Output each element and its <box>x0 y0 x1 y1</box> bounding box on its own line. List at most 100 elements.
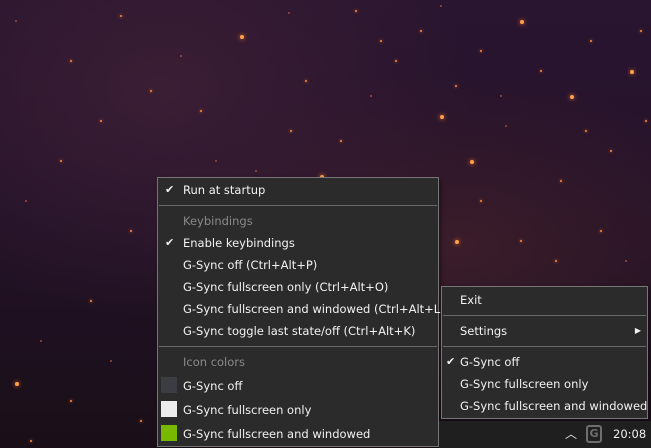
background-spark <box>640 30 642 32</box>
menu-item-label: Enable keybindings <box>183 236 295 250</box>
background-spark <box>200 110 202 112</box>
taskbar-clock[interactable]: 20:08 <box>613 421 646 448</box>
background-spark <box>370 95 372 97</box>
section-header-label: Icon colors <box>183 355 246 369</box>
clock-label: 20:08 <box>613 427 647 441</box>
background-spark <box>395 60 397 62</box>
background-spark <box>500 95 502 97</box>
menu-item-label: G-Sync off <box>183 379 243 393</box>
color-swatch-fullscreen-windowed <box>161 425 177 441</box>
menu-item-label: G-Sync fullscreen and windowed (Ctrl+Alt… <box>183 302 445 316</box>
menu-item-gsync-fullscreen-key[interactable]: G-Sync fullscreen only (Ctrl+Alt+O) <box>158 276 438 298</box>
menu-item-label: Settings <box>460 324 508 338</box>
menu-item-gsync-off-key[interactable]: G-Sync off (Ctrl+Alt+P) <box>158 254 438 276</box>
section-header-label: Keybindings <box>183 214 253 228</box>
background-spark <box>30 440 32 442</box>
menu-item-gsync-fullscreen-only[interactable]: G-Sync fullscreen only <box>442 373 647 395</box>
background-spark <box>480 50 482 52</box>
background-spark <box>120 15 122 17</box>
background-spark <box>520 20 524 24</box>
icon-colors-header: Icon colors <box>158 351 438 373</box>
chevron-up-icon[interactable]: ︿ <box>563 424 579 444</box>
background-spark <box>380 40 382 42</box>
menu-separator <box>159 346 437 347</box>
background-spark <box>130 230 132 232</box>
background-spark <box>455 85 457 87</box>
background-spark <box>305 80 307 82</box>
color-swatch-off <box>161 377 177 393</box>
menu-separator <box>443 315 646 316</box>
menu-item-color-fullscreen[interactable]: G-Sync fullscreen only <box>158 398 438 422</box>
background-spark <box>215 160 217 162</box>
menu-item-run-at-startup[interactable]: ✔ Run at startup <box>158 179 438 201</box>
menu-item-label: G-Sync fullscreen only (Ctrl+Alt+O) <box>183 280 389 294</box>
background-spark <box>180 55 182 57</box>
background-spark <box>630 70 634 74</box>
background-spark <box>625 260 627 262</box>
background-spark <box>150 90 152 92</box>
background-spark <box>40 340 42 342</box>
background-spark <box>70 60 72 62</box>
gsync-tray-icon[interactable]: G <box>586 425 602 443</box>
background-spark <box>100 120 102 122</box>
menu-item-color-off[interactable]: G-Sync off <box>158 374 438 398</box>
background-spark <box>290 130 292 132</box>
menu-separator <box>159 205 437 206</box>
tray-icon-letter: G <box>589 427 599 440</box>
background-spark <box>140 420 142 422</box>
menu-item-label: G-Sync fullscreen only <box>183 403 312 417</box>
background-spark <box>585 130 587 132</box>
menu-item-color-fullscreen-windowed[interactable]: G-Sync fullscreen and windowed <box>158 422 438 446</box>
menu-item-gsync-fullscreen-windowed[interactable]: G-Sync fullscreen and windowed <box>442 395 647 417</box>
checkmark-icon: ✔ <box>165 236 175 249</box>
menu-item-label: Run at startup <box>183 183 266 197</box>
checkmark-icon: ✔ <box>446 355 456 368</box>
menu-item-label: G-Sync fullscreen and windowed <box>183 427 371 441</box>
menu-item-label: G-Sync fullscreen only <box>460 377 589 391</box>
background-spark <box>255 170 257 172</box>
background-spark <box>70 400 72 402</box>
menu-item-settings[interactable]: Settings ▶ <box>442 320 647 342</box>
background-spark <box>590 40 592 42</box>
menu-item-gsync-toggle-key[interactable]: G-Sync toggle last state/off (Ctrl+Alt+K… <box>158 320 438 342</box>
tray-menu: Exit Settings ▶ ✔ G-Sync off G-Sync full… <box>441 286 648 419</box>
background-spark <box>455 240 459 244</box>
menu-item-label: G-Sync fullscreen and windowed <box>460 399 648 413</box>
background-spark <box>240 35 244 39</box>
background-spark <box>90 300 92 302</box>
background-spark <box>355 10 357 12</box>
menu-separator <box>443 346 646 347</box>
background-spark <box>470 160 474 164</box>
background-spark <box>288 12 290 14</box>
chevron-right-icon: ▶ <box>634 326 641 335</box>
menu-item-enable-keybindings[interactable]: ✔ Enable keybindings <box>158 232 438 254</box>
menu-item-gsync-off[interactable]: ✔ G-Sync off <box>442 351 647 373</box>
checkmark-icon: ✔ <box>165 183 175 196</box>
background-spark <box>15 382 19 386</box>
menu-item-gsync-fullscreen-windowed-key[interactable]: G-Sync fullscreen and windowed (Ctrl+Alt… <box>158 298 445 320</box>
background-spark <box>420 30 422 32</box>
background-spark <box>520 240 522 242</box>
keybindings-header: Keybindings <box>158 210 438 232</box>
background-spark <box>645 120 647 122</box>
menu-item-label: G-Sync off <box>460 355 520 369</box>
background-spark <box>560 180 562 182</box>
background-spark <box>600 230 602 232</box>
menu-item-label: G-Sync off (Ctrl+Alt+P) <box>183 258 318 272</box>
settings-submenu: ✔ Run at startup Keybindings ✔ Enable ke… <box>157 177 445 447</box>
background-spark <box>440 5 442 7</box>
background-spark <box>610 150 612 152</box>
menu-item-exit[interactable]: Exit <box>442 289 647 311</box>
background-spark <box>110 360 112 362</box>
menu-item-label: G-Sync toggle last state/off (Ctrl+Alt+K… <box>183 324 416 338</box>
menu-item-label: Exit <box>460 293 482 307</box>
background-spark <box>340 140 342 142</box>
background-spark <box>555 260 557 262</box>
color-swatch-fullscreen <box>161 401 177 417</box>
background-spark <box>540 70 542 72</box>
background-spark <box>25 200 27 202</box>
background-spark <box>440 115 444 119</box>
background-spark <box>505 125 507 127</box>
background-spark <box>15 20 17 22</box>
background-spark <box>480 200 482 202</box>
